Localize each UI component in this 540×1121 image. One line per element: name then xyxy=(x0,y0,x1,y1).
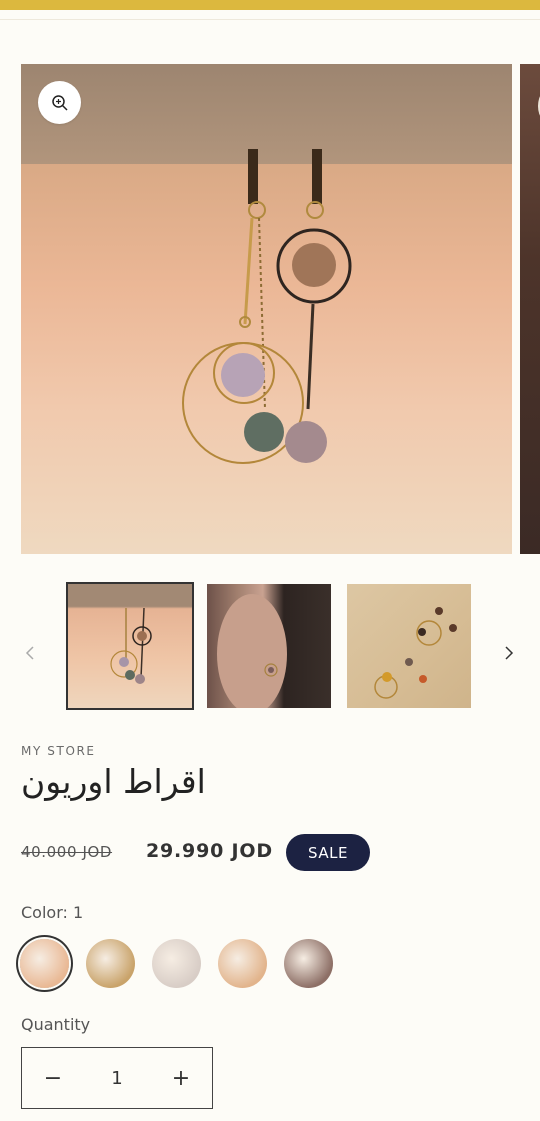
quantity-increase-button[interactable]: + xyxy=(150,1048,212,1108)
header-divider xyxy=(0,19,540,20)
zoom-icon xyxy=(51,94,68,111)
compare-at-price: 40.000 JOD xyxy=(21,843,113,861)
thumbnail-prev-button[interactable] xyxy=(20,643,40,663)
thumbnail-2[interactable] xyxy=(207,584,331,708)
color-option-label: Color: 1 xyxy=(21,903,84,922)
color-swatch-3[interactable] xyxy=(152,939,201,988)
chevron-left-icon xyxy=(25,646,34,660)
color-swatch-4[interactable] xyxy=(218,939,267,988)
chevron-right-icon xyxy=(505,646,514,660)
product-vendor: MY STORE xyxy=(21,744,96,758)
sale-badge: SALE xyxy=(286,834,370,871)
product-main-image[interactable] xyxy=(21,64,512,554)
announcement-bar xyxy=(0,0,540,10)
thumbnail-3[interactable] xyxy=(347,584,471,708)
product-image-next-peek[interactable] xyxy=(520,64,540,554)
quantity-decrease-button[interactable]: − xyxy=(22,1048,84,1108)
color-swatch-1[interactable] xyxy=(20,939,69,988)
quantity-label: Quantity xyxy=(21,1015,91,1034)
thumbnail-1[interactable] xyxy=(66,582,194,710)
color-swatch-5[interactable] xyxy=(284,939,333,988)
product-title: اقراط اوريون xyxy=(21,762,206,801)
sale-price: 29.990 JOD xyxy=(146,840,273,862)
quantity-input[interactable]: 1 xyxy=(87,1068,147,1089)
thumbnail-next-button[interactable] xyxy=(499,643,519,663)
color-swatch-2[interactable] xyxy=(86,939,135,988)
earrings-illustration xyxy=(182,149,352,464)
thumbnail-earrings-image xyxy=(110,607,152,684)
quantity-stepper: − 1 + xyxy=(21,1047,213,1109)
thumbnail-flatlay-image xyxy=(374,607,457,699)
zoom-button[interactable] xyxy=(38,81,81,124)
thumbnail-model-image xyxy=(217,594,287,708)
